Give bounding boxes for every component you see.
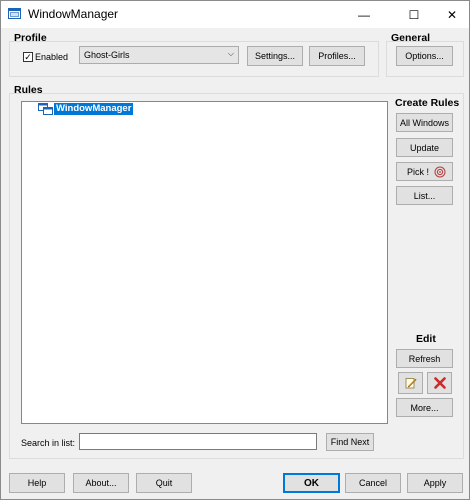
enabled-label[interactable]: Enabled [35,52,68,62]
ok-button[interactable]: OK [283,473,340,493]
list-button[interactable]: List... [396,186,453,205]
tree-item-windowmanager[interactable]: WindowManager [54,103,134,115]
profile-select-value: Ghost-Girls [84,50,130,60]
refresh-button[interactable]: Refresh [396,349,453,368]
delete-x-icon [433,377,446,389]
edit-pencil-icon [405,378,417,389]
maximize-icon: ☐ [408,7,420,22]
app-window-icon [8,8,21,19]
close-icon: ✕ [446,7,458,22]
delete-rule-button[interactable] [427,372,452,394]
pick-button-label: Pick ! [407,166,430,177]
minimize-icon: — [358,7,370,22]
close-window-button[interactable]: ✕ [435,1,469,28]
title-bar[interactable]: WindowManager — ☐ ✕ [1,1,469,28]
minimize-button[interactable]: — [347,1,381,28]
profile-select[interactable]: Ghost-Girls ⌵ [79,46,239,64]
create-rules-label: Create Rules [395,97,460,109]
search-input[interactable] [79,433,317,450]
help-button[interactable]: Help [9,473,65,493]
options-button[interactable]: Options... [396,46,453,66]
search-label: Search in list: [21,438,76,448]
cancel-button[interactable]: Cancel [345,473,401,493]
checkmark-icon: ✓ [24,51,32,62]
apply-button[interactable]: Apply [407,473,463,493]
quit-button[interactable]: Quit [136,473,192,493]
edit-label: Edit [416,333,436,345]
chevron-down-icon: ⌵ [227,49,234,58]
find-next-button[interactable]: Find Next [326,433,374,451]
pick-button[interactable]: Pick ! [396,162,453,181]
all-windows-button[interactable]: All Windows [396,113,453,132]
maximize-button[interactable]: ☐ [397,1,431,28]
enabled-checkbox[interactable]: ✓ [23,52,33,62]
settings-button[interactable]: Settings... [247,46,303,66]
update-button[interactable]: Update [396,138,453,157]
window-title: WindowManager [28,7,119,21]
tree-node-icon [38,103,53,115]
target-icon [434,166,446,178]
profiles-button[interactable]: Profiles... [309,46,365,66]
window: WindowManager — ☐ ✕ Profile ✓ Enabled Gh… [0,0,470,500]
more-button[interactable]: More... [396,398,453,417]
about-button[interactable]: About... [73,473,129,493]
rules-tree[interactable]: WindowManager [21,101,388,424]
edit-rule-button[interactable] [398,372,423,394]
